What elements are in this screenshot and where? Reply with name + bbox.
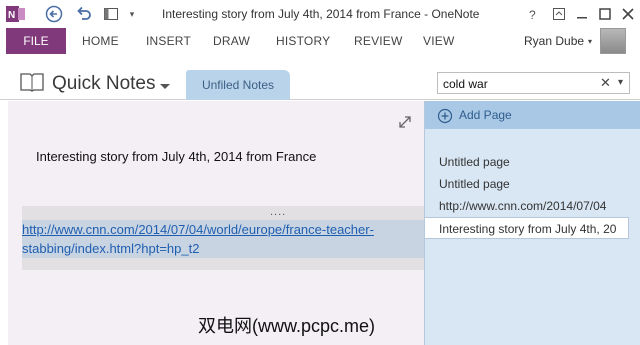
page-list-item[interactable]: Untitled page [439,155,510,169]
title-bar: N ▾ Interesting story from July 4th, 201… [0,0,640,28]
container-grip[interactable]: .... [270,206,286,218]
avatar[interactable] [600,28,626,54]
page-title[interactable]: Interesting story from July 4th, 2014 fr… [36,149,316,164]
notebook-name[interactable]: Quick Notes [52,73,155,95]
page-canvas[interactable]: Interesting story from July 4th, 2014 fr… [8,101,424,345]
window-title: Interesting story from July 4th, 2014 fr… [162,7,480,21]
note-link[interactable]: http://www.cnn.com/2014/07/04/world/euro… [22,220,424,258]
tab-insert[interactable]: INSERT [146,34,191,48]
tab-history[interactable]: HISTORY [276,34,330,48]
tab-review[interactable]: REVIEW [354,34,403,48]
section-tab-unfiled-notes[interactable]: Unfiled Notes [186,70,290,100]
customize-qat-icon[interactable]: ▾ [124,4,140,24]
note-link-line-1[interactable]: http://www.cnn.com/2014/07/04/world/euro… [22,220,424,239]
tab-file[interactable]: FILE [6,28,66,54]
dock-to-desktop-icon[interactable] [100,4,122,24]
page-list: Add Page Untitled page Untitled page htt… [424,101,640,345]
help-icon[interactable]: ? [522,4,544,24]
watermark-text: 双电网(www.pcpc.me) [198,316,376,336]
note-link-line-2[interactable]: stabbing/index.html?hpt=hp_t2 [22,239,199,258]
undo-icon[interactable] [72,4,96,24]
minimize-icon[interactable] [571,4,593,24]
user-name[interactable]: Ryan Dube [524,34,584,48]
maximize-icon[interactable] [594,4,616,24]
notebook-dropdown-icon[interactable] [159,80,171,94]
svg-text:N: N [8,10,15,21]
page-list-item[interactable]: http://www.cnn.com/2014/07/04 [439,199,606,213]
ribbon-display-options-icon[interactable] [548,4,570,24]
back-icon[interactable] [42,4,66,24]
add-page-button[interactable]: Add Page [425,101,640,129]
clear-search-icon[interactable]: ✕ [600,75,611,91]
page-list-item[interactable]: Untitled page [439,177,510,191]
search-scope-dropdown-icon[interactable]: ▾ [618,77,623,88]
ribbon-tabs: FILE HOME INSERT DRAW HISTORY REVIEW VIE… [0,28,640,54]
search-box[interactable]: cold war ✕ ▾ [437,72,630,94]
search-input[interactable]: cold war [443,77,488,91]
page-list-item-selected[interactable]: Interesting story from July 4th, 20 [425,217,629,239]
notebook-icon[interactable] [20,72,44,92]
tab-draw[interactable]: DRAW [213,34,250,48]
onenote-logo-icon: N [4,4,28,24]
tab-view[interactable]: VIEW [423,34,454,48]
user-menu-chevron-icon[interactable]: ▾ [588,37,592,46]
tab-home[interactable]: HOME [82,34,119,48]
expand-page-icon[interactable] [398,115,412,132]
close-icon[interactable] [617,4,639,24]
add-page-label: Add Page [459,108,512,122]
svg-text:?: ? [529,8,536,21]
add-icon [437,108,453,127]
